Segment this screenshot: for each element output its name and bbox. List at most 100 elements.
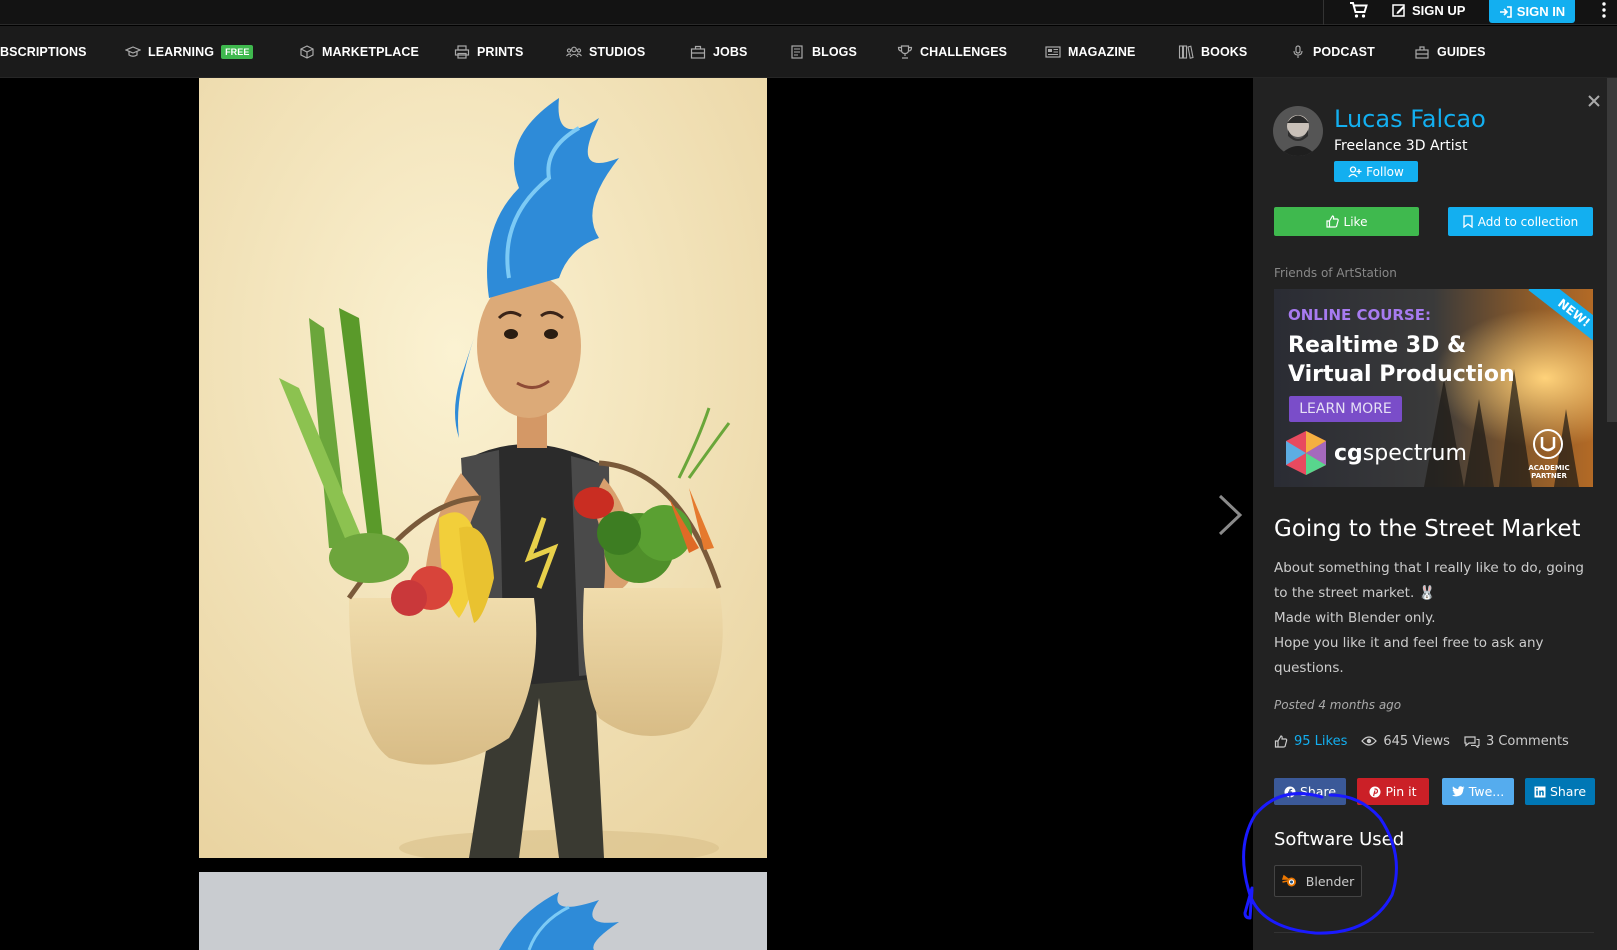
ad-title-line2: Virtual Production [1288, 362, 1515, 387]
avatar[interactable] [1273, 106, 1323, 156]
nav-item-label: MAGAZINE [1068, 45, 1136, 59]
ad-title-line1: Realtime 3D & [1288, 333, 1467, 358]
ad-brand-bold: cg [1334, 441, 1363, 466]
eye-icon [1361, 736, 1378, 746]
nav-item-challenges[interactable]: CHALLENGES [897, 26, 1007, 78]
nav-item-label: GUIDES [1437, 45, 1486, 59]
software-used-heading: Software Used [1274, 829, 1405, 850]
academic-partner-label: ACADEMIC PARTNER [1514, 464, 1584, 480]
ad-brand: cgspectrum [1334, 441, 1467, 466]
free-badge: FREE [221, 45, 254, 59]
like-button[interactable]: Like [1274, 207, 1419, 236]
artwork-image-second[interactable] [199, 872, 767, 950]
pinterest-button[interactable]: Pin it [1357, 778, 1429, 805]
nav-item-label: PRINTS [477, 45, 524, 59]
nav-item-label: MARKETPLACE [322, 45, 419, 59]
nav-item-blogs[interactable]: BLOGS [789, 26, 857, 78]
facebook-share-button[interactable]: Share [1274, 778, 1346, 805]
nav-item-marketplace[interactable]: MARKETPLACE [299, 26, 419, 78]
guide-icon [1415, 46, 1429, 59]
edit-icon [1392, 4, 1405, 17]
partner-line2: PARTNER [1531, 472, 1567, 480]
newspaper-icon [1045, 46, 1061, 58]
more-menu-icon[interactable] [1601, 2, 1607, 18]
section-divider [1274, 932, 1594, 933]
main-nav: BSCRIPTIONS LEARNING FREE MARKETPLACE PR… [0, 26, 1617, 78]
like-label: Like [1343, 214, 1368, 229]
briefcase-icon [690, 45, 706, 59]
follow-label: Follow [1366, 164, 1404, 179]
add-to-collection-label: Add to collection [1477, 214, 1579, 229]
nav-item-learning[interactable]: LEARNING FREE [125, 26, 254, 78]
cube-icon [300, 45, 314, 59]
add-user-icon [1348, 165, 1362, 177]
description-line: Made with Blender only. [1274, 610, 1436, 626]
top-bar: SIGN UP SIGN IN [0, 0, 1617, 25]
twitter-button[interactable]: Twe... [1442, 778, 1514, 805]
pinterest-label: Pin it [1385, 784, 1417, 799]
facebook-icon [1284, 786, 1296, 798]
description-line: About something that I really like to do… [1274, 560, 1584, 601]
nav-item-studios[interactable]: STUDIOS [566, 26, 645, 78]
twitter-icon [1451, 786, 1465, 797]
artwork-image[interactable] [199, 78, 767, 858]
learn-more-button[interactable]: LEARN MORE [1289, 396, 1402, 422]
nav-item-label: STUDIOS [589, 45, 646, 59]
views-count: 645 Views [1383, 733, 1450, 749]
printer-icon [454, 45, 470, 59]
nav-item-subscriptions[interactable]: BSCRIPTIONS [0, 26, 87, 78]
close-icon[interactable] [1587, 94, 1601, 108]
blender-icon [1281, 874, 1296, 887]
comments-count[interactable]: 3 Comments [1486, 734, 1569, 749]
software-name: Blender [1305, 873, 1355, 889]
twitter-label: Twe... [1468, 784, 1505, 799]
comments-icon [1464, 735, 1480, 748]
linkedin-share-label: Share [1549, 784, 1587, 799]
users-icon [566, 46, 582, 58]
page-root: SIGN UP SIGN IN BSCRIPTIONS LEARNING FRE… [0, 0, 1617, 950]
microphone-icon [1293, 45, 1303, 58]
nav-item-label: BOOKS [1201, 45, 1248, 59]
description-line: Hope you like it and feel free to ask an… [1274, 635, 1544, 676]
add-to-collection-button[interactable]: Add to collection [1448, 207, 1593, 236]
posted-date: Posted 4 months ago [1274, 698, 1402, 712]
facebook-share-label: Share [1299, 784, 1337, 799]
sign-in-icon [1499, 5, 1512, 18]
nav-item-podcast[interactable]: PODCAST [1290, 26, 1375, 78]
sign-in-button[interactable]: SIGN IN [1489, 0, 1575, 23]
sidebar-scrollbar[interactable] [1607, 78, 1617, 422]
sign-up-label: SIGN UP [1412, 2, 1466, 18]
sign-up-link[interactable]: SIGN UP [1392, 0, 1465, 20]
sign-in-label: SIGN IN [1516, 4, 1566, 19]
nav-item-label: BLOGS [812, 45, 857, 59]
linkedin-icon [1534, 786, 1546, 797]
books-icon [1178, 45, 1194, 59]
nav-item-magazine[interactable]: MAGAZINE [1045, 26, 1135, 78]
nav-item-books[interactable]: BOOKS [1178, 26, 1247, 78]
software-chip-blender[interactable]: Blender [1274, 865, 1362, 897]
nav-item-label: LEARNING [148, 45, 215, 59]
nav-item-prints[interactable]: PRINTS [454, 26, 523, 78]
nav-item-label: CHALLENGES [920, 45, 1008, 59]
likes-count[interactable]: 95 Likes [1294, 734, 1347, 749]
bookmark-icon [1463, 215, 1473, 228]
top-bar-divider [1323, 0, 1324, 25]
artwork-stats: 95 Likes 645 Views 3 Comments [1274, 731, 1569, 751]
nav-item-label: JOBS [713, 45, 748, 59]
artist-name[interactable]: Lucas Falcao [1334, 105, 1486, 133]
pinterest-icon [1369, 786, 1381, 797]
sponsor-ad-banner[interactable]: NEW! ONLINE COURSE: Realtime 3D & Virtua… [1274, 289, 1593, 487]
ad-brand-rest: spectrum [1362, 441, 1467, 466]
follow-button[interactable]: Follow [1334, 161, 1418, 182]
document-icon [791, 45, 803, 59]
nav-item-jobs[interactable]: JOBS [690, 26, 747, 78]
artwork-description: About something that I really like to do… [1274, 556, 1594, 681]
cart-icon[interactable] [1349, 1, 1369, 19]
nav-item-guides[interactable]: GUIDES [1414, 26, 1486, 78]
artist-role: Freelance 3D Artist [1334, 138, 1468, 154]
chevron-right-icon[interactable] [1216, 493, 1244, 537]
thumbs-up-icon [1274, 734, 1288, 748]
linkedin-share-button[interactable]: Share [1525, 778, 1595, 805]
graduation-cap-icon [125, 46, 141, 57]
ad-kicker: ONLINE COURSE: [1288, 306, 1432, 324]
